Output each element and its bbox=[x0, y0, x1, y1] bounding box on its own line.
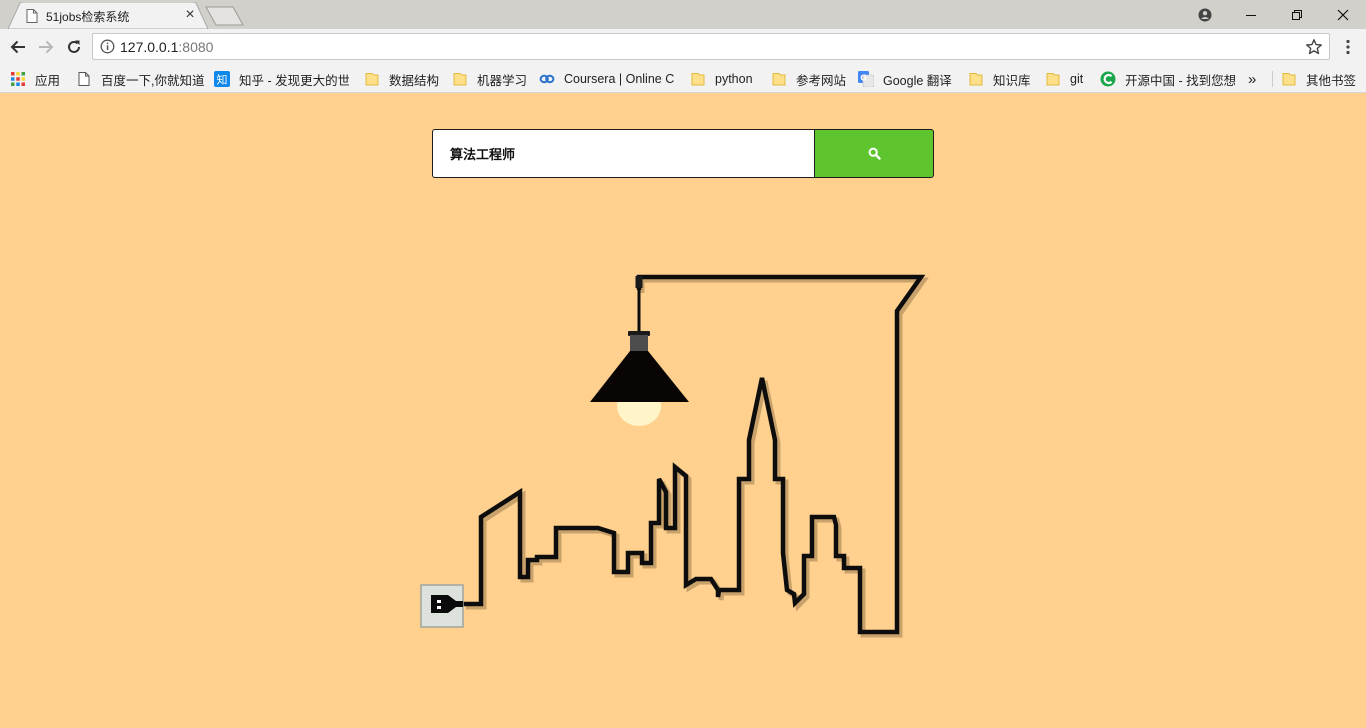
google-translate-icon: G bbox=[858, 71, 874, 87]
overflow-chevron-icon: » bbox=[1248, 70, 1257, 88]
folder-icon bbox=[969, 73, 983, 86]
url-host: 127.0.0.1 bbox=[120, 39, 179, 55]
hanging-lamp-icon bbox=[590, 276, 689, 428]
bookmark-label: 其他书签 bbox=[1306, 73, 1357, 88]
bookmark-star-icon[interactable] bbox=[1305, 38, 1323, 56]
account-icon bbox=[1198, 8, 1212, 21]
zhihu-icon: 知 bbox=[214, 71, 230, 87]
svg-text:G: G bbox=[860, 74, 867, 83]
bookmark-folder-reference-sites[interactable]: 参考网站 bbox=[771, 69, 846, 89]
svg-text:知: 知 bbox=[217, 73, 228, 87]
bookmark-folder-git[interactable]: git bbox=[1045, 69, 1083, 89]
reload-button[interactable] bbox=[62, 35, 86, 59]
city-lamp-illustration bbox=[420, 274, 929, 638]
page-content bbox=[0, 93, 1366, 728]
browser-tab[interactable]: 51jobs检索系统 × bbox=[8, 2, 208, 29]
info-icon[interactable] bbox=[100, 39, 115, 54]
folder-icon bbox=[1046, 73, 1060, 86]
search-input[interactable] bbox=[432, 129, 815, 178]
folder-icon bbox=[691, 73, 705, 86]
restore-button[interactable] bbox=[1274, 0, 1320, 29]
url-text[interactable]: 127.0.0.1:8080 bbox=[120, 39, 213, 55]
bookmark-label: 机器学习 bbox=[477, 73, 528, 88]
close-icon bbox=[1337, 9, 1349, 20]
bookmark-folder-machine-learning[interactable]: 机器学习 bbox=[452, 69, 527, 89]
tab-close-button[interactable]: × bbox=[182, 6, 198, 24]
account-button[interactable] bbox=[1182, 0, 1228, 29]
search-icon bbox=[868, 147, 881, 160]
back-arrow-icon bbox=[10, 40, 25, 54]
bookmark-folder-python[interactable]: python bbox=[690, 69, 753, 89]
oschina-icon bbox=[1100, 71, 1116, 87]
restore-icon bbox=[1292, 9, 1302, 20]
bookmark-label: 知识库 bbox=[993, 73, 1031, 88]
minimize-button[interactable] bbox=[1228, 0, 1274, 29]
bookmark-label: 知乎 - 发现更大的世 bbox=[239, 73, 349, 88]
bookmark-google-translate[interactable]: G Google 翻译 bbox=[858, 69, 952, 89]
bookmark-baidu[interactable]: 百度一下,你就知道 bbox=[76, 69, 204, 89]
page-icon bbox=[26, 9, 38, 23]
folder-icon bbox=[453, 73, 467, 86]
bookmarks-overflow-button[interactable]: » bbox=[1248, 69, 1256, 89]
bookmark-apps[interactable]: 应用 bbox=[10, 69, 60, 89]
url-port: :8080 bbox=[178, 39, 214, 55]
folder-icon bbox=[772, 73, 786, 86]
bookmark-label: Coursera | Online C bbox=[564, 72, 674, 86]
search-button[interactable] bbox=[814, 129, 934, 178]
coursera-icon bbox=[539, 74, 555, 84]
bookmarks-separator bbox=[1272, 71, 1273, 87]
bookmark-label: 数据结构 bbox=[389, 73, 440, 88]
page-icon bbox=[78, 72, 90, 86]
apps-grid-icon bbox=[11, 72, 25, 86]
tab-title: 51jobs检索系统 bbox=[46, 10, 130, 24]
bookmark-folder-other[interactable]: 其他书签 bbox=[1281, 69, 1356, 89]
bookmark-zhihu[interactable]: 知 知乎 - 发现更大的世 bbox=[214, 69, 349, 89]
forward-button[interactable] bbox=[34, 35, 58, 59]
bookmark-coursera[interactable]: Coursera | Online C bbox=[539, 69, 674, 89]
back-button[interactable] bbox=[6, 35, 30, 59]
bookmark-label: 开源中国 - 找到您想 bbox=[1125, 73, 1235, 88]
bookmark-label: 应用 bbox=[35, 73, 61, 88]
tab-strip: 51jobs检索系统 × bbox=[0, 0, 1366, 29]
minimize-icon bbox=[1246, 14, 1256, 16]
bookmark-folder-data-structures[interactable]: 数据结构 bbox=[364, 69, 439, 89]
folder-icon bbox=[365, 73, 379, 86]
browser-menu-button[interactable] bbox=[1340, 35, 1356, 59]
more-vertical-icon bbox=[1346, 39, 1350, 55]
bookmark-label: 参考网站 bbox=[796, 73, 847, 88]
new-tab-button[interactable] bbox=[205, 6, 245, 26]
bookmark-folder-knowledge-base[interactable]: 知识库 bbox=[968, 69, 1031, 89]
folder-icon bbox=[1282, 73, 1296, 86]
bookmark-label: Google 翻译 bbox=[883, 73, 952, 88]
browser-toolbar: 127.0.0.1:8080 bbox=[0, 29, 1366, 64]
forward-arrow-icon bbox=[39, 40, 54, 54]
bookmark-label: git bbox=[1070, 72, 1084, 86]
bookmark-label: python bbox=[715, 72, 753, 86]
close-window-button[interactable] bbox=[1320, 0, 1366, 29]
reload-icon bbox=[68, 40, 80, 53]
bookmark-label: 百度一下,你就知道 bbox=[101, 73, 205, 88]
bookmark-oschina[interactable]: 开源中国 - 找到您想 bbox=[1100, 69, 1235, 89]
address-bar[interactable]: 127.0.0.1:8080 bbox=[92, 33, 1330, 60]
